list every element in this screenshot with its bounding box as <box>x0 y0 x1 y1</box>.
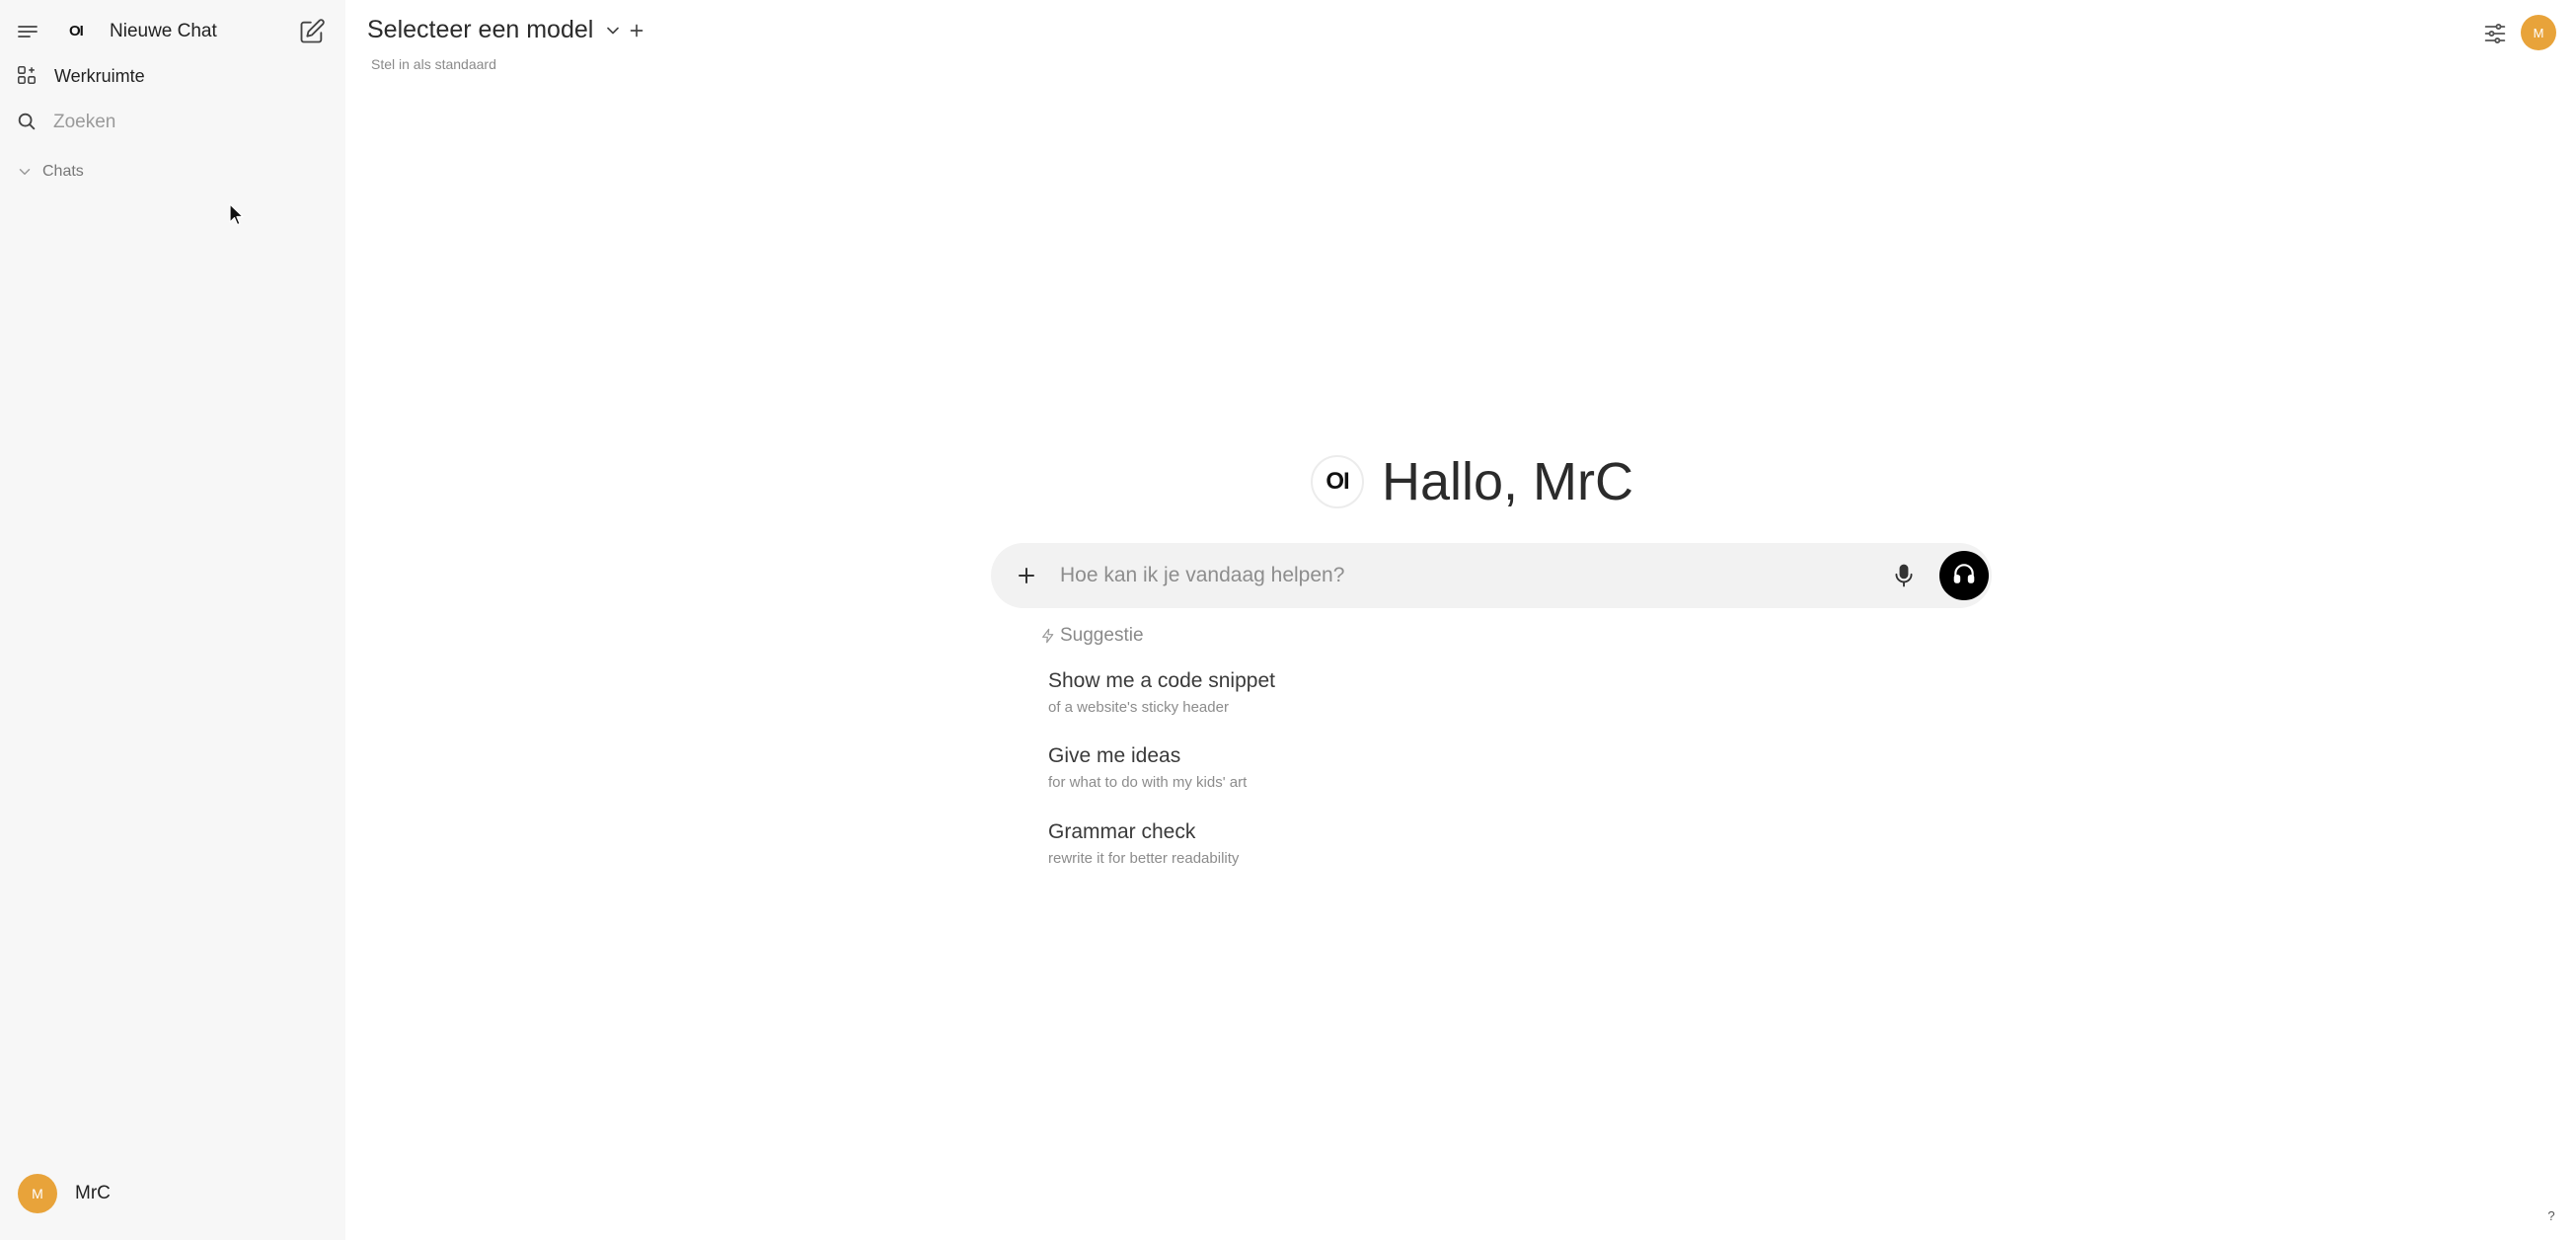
suggestion-item[interactable]: Give me ideas for what to do with my kid… <box>1048 744 1463 806</box>
sidebar: OI Nieuwe Chat Werkruimte Zoeken Chats M… <box>0 0 345 1240</box>
mouse-cursor-icon <box>229 203 245 227</box>
model-selector-label: Selecteer een model <box>367 16 594 43</box>
user-name: MrC <box>75 1183 111 1203</box>
search-icon <box>16 111 39 134</box>
suggestion-subtitle: of a website's sticky header <box>1048 699 1229 716</box>
message-composer <box>991 543 1992 608</box>
user-avatar-button[interactable]: M <box>2521 15 2556 50</box>
suggestion-title: Give me ideas <box>1048 744 1181 767</box>
search-input[interactable] <box>53 107 320 138</box>
model-logo: OI <box>1311 455 1364 508</box>
model-selector[interactable]: Selecteer een model <box>367 16 623 44</box>
suggestion-subtitle: for what to do with my kids' art <box>1048 774 1248 791</box>
suggestion-heading: Suggestie <box>1040 625 1144 647</box>
app-window: OI Nieuwe Chat Werkruimte Zoeken Chats M… <box>0 0 2576 1240</box>
suggestion-heading-label: Suggestie <box>1060 625 1144 646</box>
sliders-icon[interactable] <box>2481 20 2511 47</box>
headphones-icon <box>1951 561 1977 591</box>
bolt-icon <box>1040 627 1056 645</box>
suggestion-title: Grammar check <box>1048 820 1196 843</box>
add-model-button[interactable] <box>626 20 649 43</box>
sidebar-item-workspace[interactable]: Werkruimte <box>0 55 345 97</box>
help-button[interactable]: ? <box>2540 1204 2562 1226</box>
sidebar-item-label: Werkruimte <box>54 65 145 86</box>
chevron-down-icon <box>603 21 623 40</box>
suggestion-subtitle: rewrite it for better readability <box>1048 850 1240 867</box>
suggestion-title: Show me a code snippet <box>1048 669 1275 692</box>
greeting: OI Hallo, MrC <box>1311 452 1633 511</box>
chevron-down-icon <box>16 163 34 181</box>
user-menu[interactable]: M MrC <box>18 1173 111 1214</box>
sidebar-header: OI Nieuwe Chat <box>0 0 345 63</box>
plus-icon[interactable] <box>1015 564 1038 587</box>
app-logo: OI <box>69 23 84 39</box>
main-area: Selecteer een model Stel in als standaar… <box>345 0 2576 1240</box>
avatar: M <box>18 1174 57 1213</box>
message-input[interactable] <box>1060 559 1869 592</box>
suggestion-item[interactable]: Grammar check rewrite it for better read… <box>1048 820 1463 882</box>
edit-icon[interactable] <box>298 18 326 45</box>
menu-icon[interactable] <box>16 20 39 43</box>
workspace-icon <box>16 64 39 88</box>
set-default-link[interactable]: Stel in als standaard <box>371 56 496 72</box>
chats-label: Chats <box>42 163 84 180</box>
voice-mode-button[interactable] <box>1939 551 1989 600</box>
suggestion-item[interactable]: Show me a code snippet of a website's st… <box>1048 669 1463 731</box>
new-chat-link[interactable]: Nieuwe Chat <box>110 18 217 45</box>
chats-section-toggle[interactable]: Chats <box>16 158 84 186</box>
mic-icon[interactable] <box>1890 562 1918 589</box>
greeting-text: Hallo, MrC <box>1382 452 1634 511</box>
